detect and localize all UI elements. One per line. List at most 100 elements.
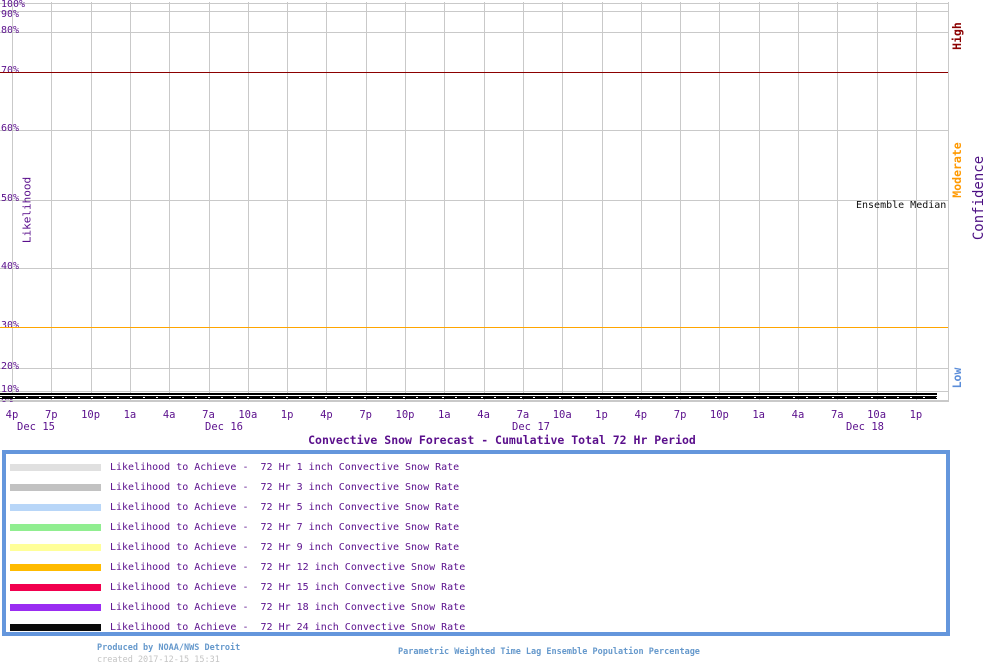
legend-swatch [10,583,101,591]
legend-label: Likelihood to Achieve - 72 Hr 12 inch Co… [110,561,466,573]
right-axis-title: Confidence [971,155,987,241]
x-gridline [640,2,642,401]
snow-forecast-chart: 100%90%80%70%60%50%40%30%20%10%0%4p7p10p… [0,0,1000,670]
y-tick-label: 60% [1,123,20,134]
x-gridline [798,2,799,401]
x-tick-label: 10a [552,409,572,421]
x-date-label: Dec 15 [17,421,55,433]
y-gridline [0,199,949,201]
footer-method-label: Parametric Weighted Time Lag Ensemble Po… [398,647,700,657]
y-gridline [0,391,949,392]
y-tick-label: 70% [1,65,20,76]
x-tick-label: 7p [359,409,373,421]
legend-label: Likelihood to Achieve - 72 Hr 24 inch Co… [110,621,466,633]
footer-created-timestamp: created 2017-12-15 15:31 [97,655,220,665]
legend-swatch [10,563,101,571]
legend-row: Likelihood to Achieve - 72 Hr 3 inch Con… [10,477,459,497]
x-tick-label: 4p [5,409,19,421]
legend-row: Likelihood to Achieve - 72 Hr 5 inch Con… [10,497,459,517]
chart-title: Convective Snow Forecast - Cumulative To… [308,433,696,447]
x-gridline [405,2,406,401]
legend-row: Likelihood to Achieve - 72 Hr 15 inch Co… [10,577,465,597]
legend-label: Likelihood to Achieve - 72 Hr 9 inch Con… [110,541,460,553]
x-tick-label: 4a [162,409,176,421]
footer-produced-by: Produced by NOAA/NWS Detroit [97,643,241,653]
y-gridline [0,368,949,369]
x-tick-label: 10p [709,409,729,421]
confidence-threshold-line [0,327,949,328]
legend-row: Likelihood to Achieve - 72 Hr 12 inch Co… [10,557,465,577]
y-tick-label: 40% [1,261,20,272]
x-tick-label: 4p [320,409,333,421]
plot-right-frame [948,2,949,401]
x-gridline [247,2,249,401]
x-tick-label: 7a [202,409,215,421]
x-gridline [208,2,210,401]
x-tick-label: 4a [791,409,805,421]
y-tick-label: 30% [1,320,20,331]
legend-swatch [10,523,101,531]
y-gridline [0,130,949,131]
x-tick-label: 7p [673,409,687,421]
y-gridline [0,32,949,33]
legend-row: Likelihood to Achieve - 72 Hr 1 inch Con… [10,457,459,477]
x-tick-label: 1a [437,409,451,421]
x-date-label: Dec 17 [512,421,550,433]
legend-swatch [10,503,101,511]
confidence-band-moderate-label: Moderate [950,142,964,198]
confidence-band-high-label: High [950,22,964,50]
median-gap-line [0,395,937,396]
legend-label: Likelihood to Achieve - 72 Hr 18 inch Co… [110,601,466,613]
legend-swatch [10,483,101,491]
x-tick-label: 7p [44,409,58,421]
ensemble-median-label: Ensemble Median [856,200,947,211]
legend-label: Likelihood to Achieve - 72 Hr 3 inch Con… [110,481,460,493]
legend-swatch [10,543,101,551]
legend-swatch [10,603,101,611]
x-tick-label: 1a [123,409,137,421]
x-gridline [719,2,721,401]
x-gridline [758,2,760,401]
x-tick-label: 7a [516,409,530,421]
x-gridline [326,2,328,401]
confidence-band-low-label: Low [950,367,964,389]
x-gridline [51,2,53,401]
x-gridline [287,2,289,401]
legend-label: Likelihood to Achieve - 72 Hr 15 inch Co… [110,581,466,593]
x-gridline [601,2,603,401]
y-gridline [0,268,949,269]
ensemble-median-line [0,393,937,399]
y-tick-label: 90% [1,9,20,20]
x-tick-label: 7a [830,409,844,421]
y-tick-label: 50% [1,192,20,204]
confidence-threshold-line [0,72,949,73]
x-gridline [365,2,367,401]
x-tick-label: 10a [867,409,887,421]
x-gridline [129,2,131,401]
x-gridline [522,2,524,401]
x-gridline [483,2,485,401]
legend-row: Likelihood to Achieve - 72 Hr 18 inch Co… [10,597,465,617]
x-gridline [169,2,171,401]
legend-row: Likelihood to Achieve - 72 Hr 24 inch Co… [10,617,465,637]
x-gridline [562,2,564,401]
x-tick-label: 10p [81,409,101,421]
x-gridline [12,2,13,401]
y-axis-title: Likelihood [20,176,34,244]
y-tick-label: 80% [1,25,20,36]
legend-swatch [10,623,101,631]
legend-label: Likelihood to Achieve - 72 Hr 7 inch Con… [110,521,460,533]
x-gridline [680,2,682,401]
legend-label: Likelihood to Achieve - 72 Hr 1 inch Con… [110,461,460,473]
plot-bottom-axis [0,400,949,401]
x-tick-label: 10p [395,409,415,421]
x-date-label: Dec 18 [846,421,884,433]
legend-label: Likelihood to Achieve - 72 Hr 5 inch Con… [110,501,460,513]
x-tick-label: 10a [238,409,258,421]
y-gridline [0,10,949,12]
x-tick-label: 1a [752,409,766,421]
legend-swatch [10,463,101,471]
median-dash-line [0,397,937,398]
legend-row: Likelihood to Achieve - 72 Hr 9 inch Con… [10,537,459,557]
x-tick-label: 4a [477,409,490,421]
